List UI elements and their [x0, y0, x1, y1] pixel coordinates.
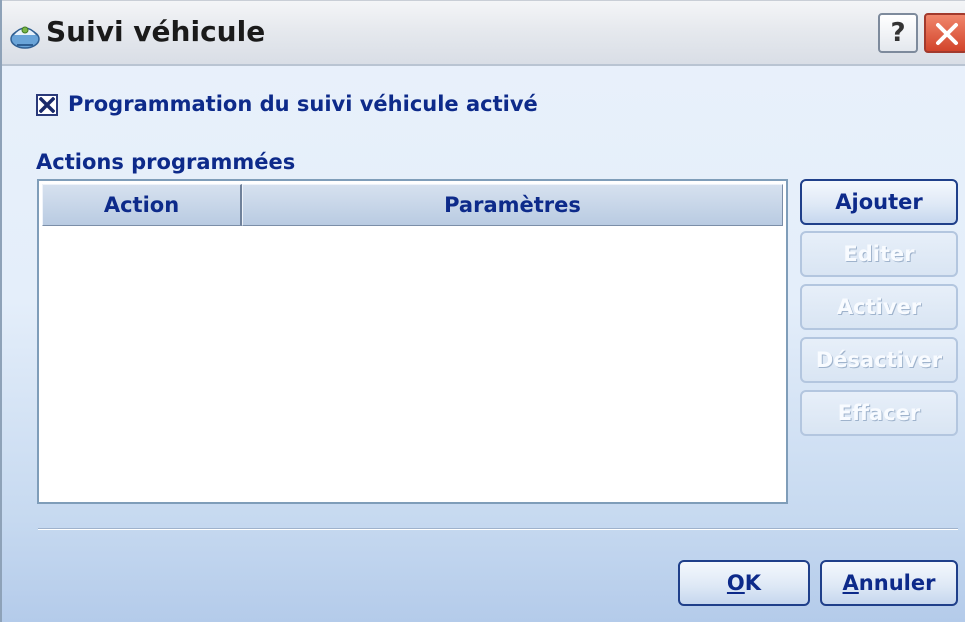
satellite-dish-icon	[8, 17, 42, 51]
title-bar[interactable]: Suivi véhicule ?	[2, 0, 965, 66]
edit-button[interactable]: Editer	[800, 231, 958, 277]
schedule-enable-label[interactable]: Programmation du suivi véhicule activé	[68, 92, 538, 116]
activate-button[interactable]: Activer	[800, 284, 958, 330]
ok-button[interactable]: OK	[678, 560, 810, 606]
close-x-icon	[936, 23, 958, 45]
checkbox-x-icon	[39, 97, 55, 113]
window-title: Suivi véhicule	[46, 15, 266, 48]
delete-button[interactable]: Effacer	[800, 390, 958, 436]
question-mark-icon: ?	[890, 18, 906, 48]
dialog-window: Suivi véhicule ? Programmation du suivi …	[0, 0, 965, 622]
footer-separator	[38, 528, 958, 530]
cancel-label-rest: nnuler	[858, 571, 936, 595]
cancel-button[interactable]: Annuler	[820, 560, 958, 606]
ok-label-rest: K	[744, 571, 762, 595]
table-header: Action Paramètres	[42, 184, 783, 226]
column-header-action[interactable]: Action	[42, 184, 242, 226]
ok-mnemonic: O	[726, 571, 745, 595]
scheduled-actions-heading: Actions programmées	[36, 150, 296, 174]
add-button[interactable]: Ajouter	[800, 179, 958, 225]
scheduled-actions-table[interactable]: Action Paramètres	[37, 179, 788, 504]
table-body[interactable]	[42, 226, 783, 500]
cancel-mnemonic: A	[842, 571, 859, 595]
column-header-parameters[interactable]: Paramètres	[242, 184, 783, 226]
deactivate-button[interactable]: Désactiver	[800, 337, 958, 383]
close-button[interactable]	[924, 13, 965, 53]
help-button[interactable]: ?	[878, 13, 918, 53]
schedule-enable-checkbox[interactable]	[36, 94, 58, 116]
